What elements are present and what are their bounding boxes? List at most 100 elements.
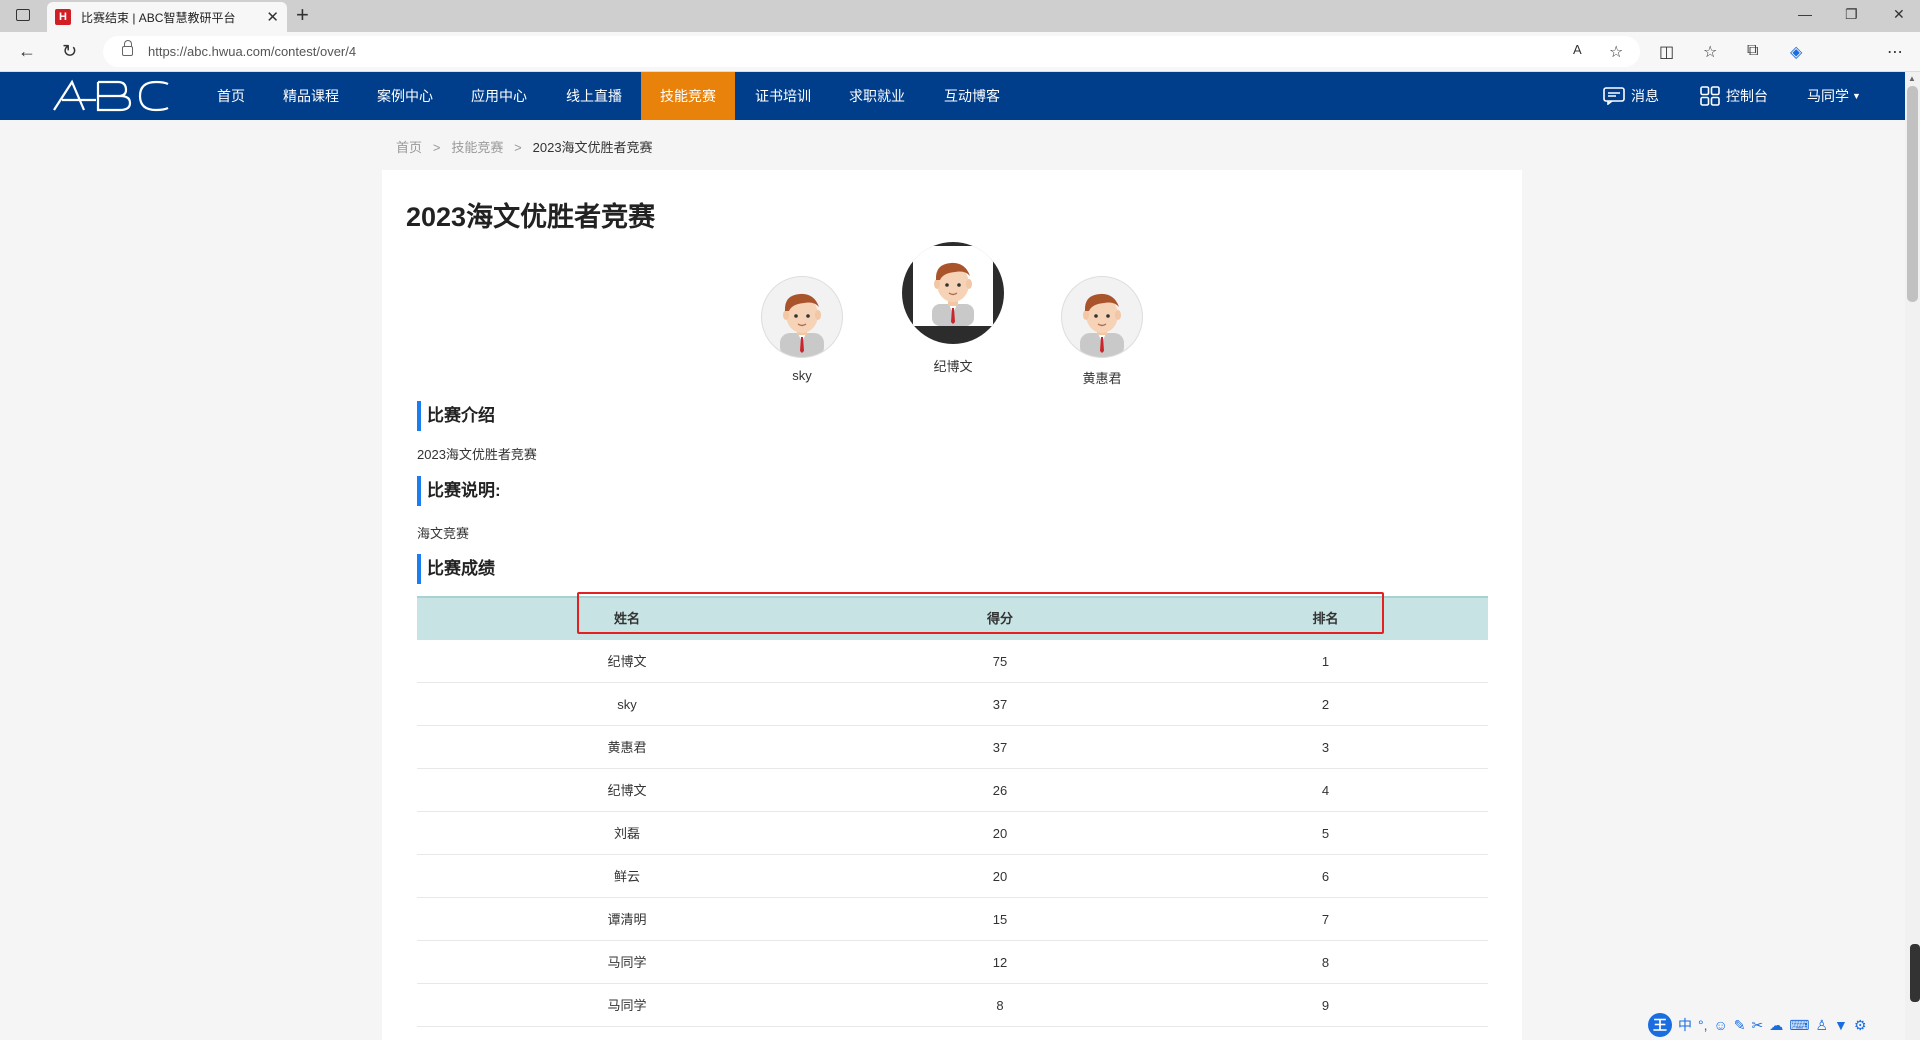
avatar (1061, 276, 1143, 358)
split-screen-icon[interactable]: ◫ (1659, 42, 1674, 62)
table-row: 马同学 12 8 (417, 941, 1488, 984)
favorite-add-icon[interactable]: ☆ (1609, 42, 1623, 62)
ime-user-icon[interactable]: ♙ (1815, 1017, 1828, 1034)
podium-second-name: sky (792, 368, 812, 383)
table-row: 黄惠君 37 3 (417, 726, 1488, 769)
refresh-icon[interactable]: ↻ (62, 41, 77, 62)
restore-icon[interactable]: ❐ (1845, 6, 1858, 23)
ime-scissors-icon[interactable]: ✂ (1752, 1017, 1764, 1034)
table-header-row: 姓名 得分 排名 (417, 596, 1488, 640)
section-heading-intro: 比赛介绍 (417, 401, 495, 431)
console-link[interactable]: 控制台 (1700, 72, 1768, 120)
browser-essentials-icon[interactable]: ◈ (1790, 42, 1802, 62)
podium-second: sky (761, 276, 843, 383)
grid-icon (1700, 86, 1720, 106)
tab-title: 比赛结束 | ABC智慧教研平台 (81, 10, 236, 25)
results-table: 姓名 得分 排名 纪博文 75 1 sky 37 2 黄惠君 37 3 纪博文 26 4 刘磊 2… (417, 596, 1488, 1027)
nav-item-courses[interactable]: 精品课程 (276, 72, 346, 120)
cell-score: 75 (992, 654, 1008, 669)
section-heading-description: 比赛说明: (417, 476, 501, 506)
column-header-rank: 排名 (1312, 611, 1339, 626)
browser-tab[interactable]: H 比赛结束 | ABC智慧教研平台 ✕ (47, 2, 287, 32)
nav-item-home[interactable]: 首页 (201, 72, 261, 120)
ime-language[interactable]: 中 (1678, 1015, 1692, 1035)
ime-toolbar: 王 中 °, ☺ ✎ ✂ ☁ ⌨ ♙ ▼ ⚙ (1648, 1010, 1920, 1040)
ime-emoji-icon[interactable]: ☺ (1714, 1017, 1728, 1033)
cell-score: 37 (992, 697, 1008, 712)
user-avatar-icon (913, 246, 993, 326)
scrollbar-thumb[interactable] (1907, 86, 1918, 302)
nav-item-apps[interactable]: 应用中心 (464, 72, 534, 120)
avatar (761, 276, 843, 358)
browser-tab-bar: H 比赛结束 | ABC智慧教研平台 ✕ + — ❐ ✕ (0, 0, 1920, 32)
nav-item-certificates[interactable]: 证书培训 (748, 72, 818, 120)
cell-rank: 8 (1321, 955, 1330, 970)
ime-pen-icon[interactable]: ✎ (1734, 1017, 1746, 1034)
new-tab-icon[interactable]: + (296, 4, 309, 26)
podium-first: 纪博文 (902, 242, 1004, 375)
table-row: 纪博文 75 1 (417, 640, 1488, 683)
cell-rank: 6 (1321, 869, 1330, 884)
avatar (902, 242, 1004, 344)
table-row: 纪博文 26 4 (417, 769, 1488, 812)
ime-punctuation-icon[interactable]: °, (1698, 1017, 1708, 1033)
section-heading-results: 比赛成绩 (417, 554, 495, 584)
cell-name: 谭清明 (607, 912, 647, 927)
messages-link[interactable]: 消息 (1603, 72, 1659, 120)
table-row: sky 37 2 (417, 683, 1488, 726)
nav-item-cases[interactable]: 案例中心 (370, 72, 440, 120)
url-field[interactable]: https://abc.hwua.com/contest/over/4 (103, 36, 1640, 67)
cell-name: 马同学 (607, 998, 647, 1013)
ime-cloud-icon[interactable]: ☁ (1769, 1017, 1783, 1034)
cell-score: 20 (992, 869, 1008, 884)
user-menu[interactable]: 马同学 ▼ (1807, 72, 1861, 120)
close-window-icon[interactable]: ✕ (1893, 6, 1905, 23)
side-widget[interactable] (1910, 944, 1920, 1002)
podium-third-name: 黄惠君 (1082, 371, 1122, 386)
minimize-icon[interactable]: — (1798, 6, 1812, 22)
breadcrumb-home[interactable]: 首页 (396, 140, 422, 155)
table-row: 马同学 8 9 (417, 984, 1488, 1027)
cell-rank: 9 (1321, 998, 1330, 1013)
cell-rank: 4 (1321, 783, 1330, 798)
cell-name: sky (617, 697, 637, 712)
nav-item-jobs[interactable]: 求职就业 (842, 72, 912, 120)
cell-name: 黄惠君 (607, 740, 647, 755)
back-icon[interactable]: ← (18, 41, 36, 62)
read-aloud-icon[interactable]: A (1573, 42, 1582, 57)
ime-settings-icon[interactable]: ⚙ (1854, 1017, 1867, 1034)
cell-score: 37 (992, 740, 1008, 755)
cell-rank: 5 (1321, 826, 1330, 841)
cell-rank: 3 (1321, 740, 1330, 755)
cell-rank: 2 (1321, 697, 1330, 712)
tab-close-icon[interactable]: ✕ (266, 8, 279, 26)
cell-score: 20 (992, 826, 1008, 841)
intro-text: 2023海文优胜者竞赛 (417, 447, 537, 462)
collections-icon[interactable]: ⧉ (1747, 42, 1758, 60)
ime-logo-icon[interactable]: 王 (1648, 1013, 1672, 1037)
podium-third: 黄惠君 (1061, 276, 1143, 387)
podium-first-name: 纪博文 (933, 359, 973, 374)
more-menu-icon[interactable]: ⋯ (1887, 42, 1903, 62)
ime-skin-icon[interactable]: ▼ (1834, 1017, 1848, 1033)
tab-actions-icon[interactable] (16, 9, 30, 21)
nav-item-blog[interactable]: 互动博客 (937, 72, 1007, 120)
ime-keyboard-icon[interactable]: ⌨ (1789, 1017, 1809, 1034)
favorites-icon[interactable]: ☆ (1703, 42, 1717, 62)
nav-item-live[interactable]: 线上直播 (559, 72, 629, 120)
scroll-up-icon[interactable]: ▲ (1908, 74, 1916, 83)
cell-score: 15 (992, 912, 1008, 927)
description-text: 海文竞赛 (417, 526, 470, 541)
url-text: https://abc.hwua.com/contest/over/4 (148, 44, 357, 59)
abc-logo[interactable] (52, 78, 172, 114)
user-avatar-icon (780, 293, 824, 357)
breadcrumb: 首页 > 技能竞赛 > 2023海文优胜者竞赛 (396, 137, 653, 156)
site-favicon-icon: H (55, 9, 71, 25)
messages-label: 消息 (1631, 88, 1659, 104)
cell-score: 8 (996, 998, 1004, 1013)
table-row: 刘磊 20 5 (417, 812, 1488, 855)
cell-name: 纪博文 (607, 654, 647, 669)
breadcrumb-contest[interactable]: 技能竞赛 (451, 140, 503, 155)
column-header-score: 得分 (986, 611, 1013, 626)
nav-item-contest[interactable]: 技能竞赛 (641, 72, 735, 120)
